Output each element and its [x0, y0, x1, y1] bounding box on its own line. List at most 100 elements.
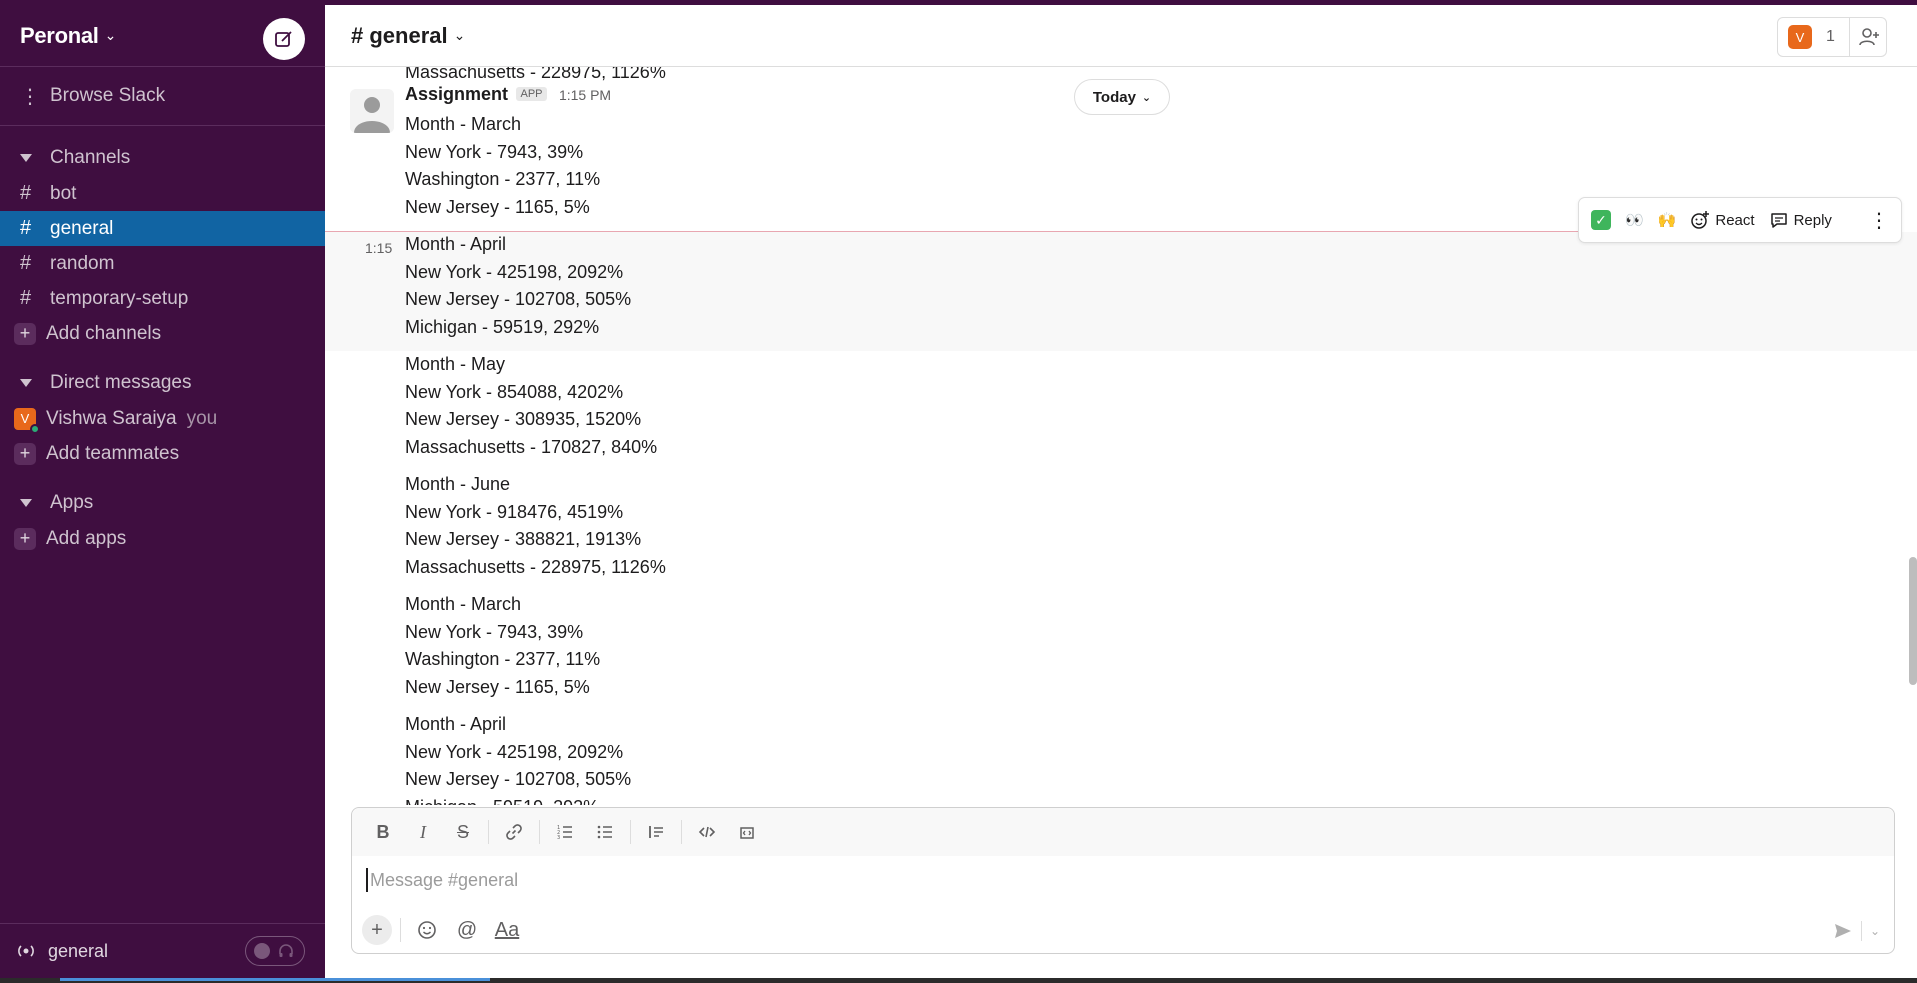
sidebar-item-random[interactable]: # random	[0, 246, 325, 281]
react-raised-hands-button[interactable]: 🙌	[1654, 204, 1681, 236]
message-line: Month - March	[405, 594, 522, 614]
message-line: Month - May	[405, 354, 506, 374]
add-channels-label: Add channels	[46, 322, 162, 344]
add-emoji-icon	[1691, 211, 1710, 229]
huddle-footer: general	[0, 923, 325, 978]
mention-button[interactable]: @	[449, 915, 485, 945]
message-block: Month - March New York - 7943, 39% Washi…	[405, 111, 600, 221]
blockquote-button[interactable]	[637, 816, 675, 848]
apps-section-toggle[interactable]: Apps	[0, 485, 325, 521]
bullet-list-icon	[597, 825, 612, 839]
message-input[interactable]: Message #general	[366, 868, 518, 892]
more-vertical-icon: ⋮	[20, 85, 40, 108]
dm-item-self[interactable]: V Vishwa Saraiya you	[0, 401, 325, 436]
huddle-toggle[interactable]	[245, 936, 305, 966]
sender-name[interactable]: Assignment	[405, 84, 508, 104]
reply-label: Reply	[1793, 211, 1832, 229]
channels-section-toggle[interactable]: Channels	[0, 140, 325, 176]
bold-button[interactable]: B	[364, 816, 402, 848]
add-person-icon[interactable]	[1858, 26, 1880, 48]
italic-button[interactable]: I	[404, 816, 442, 848]
more-actions-button[interactable]: ⋮	[1865, 204, 1893, 236]
date-divider-today[interactable]: Today ⌄	[1074, 79, 1170, 115]
message-list[interactable]: Massachusetts - 228975, 1126% 1:15 Assig…	[325, 67, 1917, 805]
headphones-icon	[279, 944, 293, 957]
compose-icon	[275, 31, 292, 47]
browse-slack-label: Browse Slack	[50, 85, 166, 106]
raised-hands-icon: 🙌	[1657, 212, 1677, 229]
chevron-down-icon[interactable]: ⌄	[105, 27, 117, 44]
message-line: New Jersey - 1165, 5%	[405, 676, 590, 697]
ordered-list-icon: 123	[557, 825, 572, 841]
add-apps-label: Add apps	[46, 527, 127, 549]
default-user-icon	[350, 89, 394, 133]
reply-in-thread-button[interactable]: Reply	[1765, 204, 1836, 236]
main-panel: # general ⌄ V 1 Massachusetts - 228975, …	[325, 5, 1917, 978]
strikethrough-icon: S	[456, 821, 469, 842]
check-mark-icon: ✓	[1591, 210, 1611, 230]
more-vertical-icon: ⋮	[1869, 209, 1889, 232]
workspace-name[interactable]: Peronal	[20, 23, 99, 49]
hash-icon: #	[20, 182, 32, 204]
add-reaction-button[interactable]: React	[1686, 204, 1758, 236]
svg-text:3: 3	[557, 835, 560, 841]
dm-user-name: Vishwa Saraiya	[46, 407, 177, 429]
member-count: 1	[1826, 28, 1835, 45]
message-line: New York - 7943, 39%	[405, 141, 584, 162]
text-formatting-toggle[interactable]: Aa	[489, 915, 525, 945]
taskbar-active-indicator	[60, 978, 490, 981]
chevron-down-icon[interactable]: ⌄	[454, 27, 466, 44]
message-block: Month - May New York - 854088, 4202% New…	[405, 351, 657, 461]
add-teammates-label: Add teammates	[46, 442, 180, 464]
send-icon[interactable]	[1833, 921, 1853, 941]
chevron-down-icon[interactable]: ⌄	[1870, 924, 1880, 938]
message-line: Massachusetts - 228975, 1126%	[405, 556, 666, 577]
chevron-down-icon: ⌄	[1141, 91, 1152, 104]
toggle-knob	[254, 943, 270, 959]
react-check-button[interactable]: ✓	[1587, 204, 1615, 236]
text-format-label: Aa	[494, 918, 520, 941]
plus-icon: +	[14, 322, 36, 345]
sidebar-item-bot[interactable]: # bot	[0, 176, 325, 211]
sidebar-item-temporary-setup[interactable]: # temporary-setup	[0, 281, 325, 316]
italic-icon: I	[420, 821, 426, 842]
sidebar: Peronal ⌄ ⋮ Browse Slack Channels # bot …	[0, 5, 325, 978]
blockquote-icon	[649, 826, 663, 838]
react-eyes-button[interactable]: 👀	[1621, 204, 1648, 236]
dm-section-toggle[interactable]: Direct messages	[0, 365, 325, 401]
sender-avatar[interactable]	[350, 89, 394, 133]
compose-button[interactable]	[263, 18, 305, 60]
message-block: Month - April New York - 425198, 2092% N…	[405, 711, 631, 805]
bullet-list-button[interactable]	[586, 816, 624, 848]
add-apps-button[interactable]: + Add apps	[0, 521, 325, 556]
channel-title[interactable]: # general	[351, 23, 448, 49]
strikethrough-button[interactable]: S	[444, 816, 482, 848]
message-timestamp[interactable]: 1:15	[365, 240, 392, 256]
hash-icon: #	[20, 252, 32, 274]
code-block-button[interactable]	[728, 816, 766, 848]
taskbar	[0, 978, 1917, 983]
code-button[interactable]	[688, 816, 726, 848]
sidebar-item-general[interactable]: # general	[0, 211, 325, 246]
message-block: Month - June New York - 918476, 4519% Ne…	[405, 471, 666, 581]
message-line: New York - 854088, 4202%	[405, 381, 624, 402]
emoji-button[interactable]	[409, 915, 445, 945]
scrollbar-thumb[interactable]	[1909, 557, 1917, 685]
attach-button[interactable]: +	[362, 915, 392, 945]
message-time[interactable]: 1:15 PM	[559, 87, 611, 103]
workspace-header[interactable]: Peronal ⌄	[0, 5, 325, 67]
message-line: New York - 7943, 39%	[405, 621, 584, 642]
message-line: Month - April	[405, 714, 507, 734]
eyes-icon: 👀	[1625, 212, 1644, 229]
members-button[interactable]: V 1	[1777, 17, 1887, 57]
broadcast-icon[interactable]	[16, 941, 36, 961]
add-channels-button[interactable]: + Add channels	[0, 316, 325, 351]
divider	[488, 820, 489, 844]
at-sign-icon: @	[456, 918, 478, 941]
browse-slack[interactable]: ⋮ Browse Slack	[0, 77, 325, 115]
ordered-list-button[interactable]: 123	[546, 816, 584, 848]
message-line: New Jersey - 388821, 1913%	[405, 529, 642, 549]
link-button[interactable]	[495, 816, 533, 848]
message-line: Month - June	[405, 474, 511, 494]
add-teammates-button[interactable]: + Add teammates	[0, 436, 325, 471]
